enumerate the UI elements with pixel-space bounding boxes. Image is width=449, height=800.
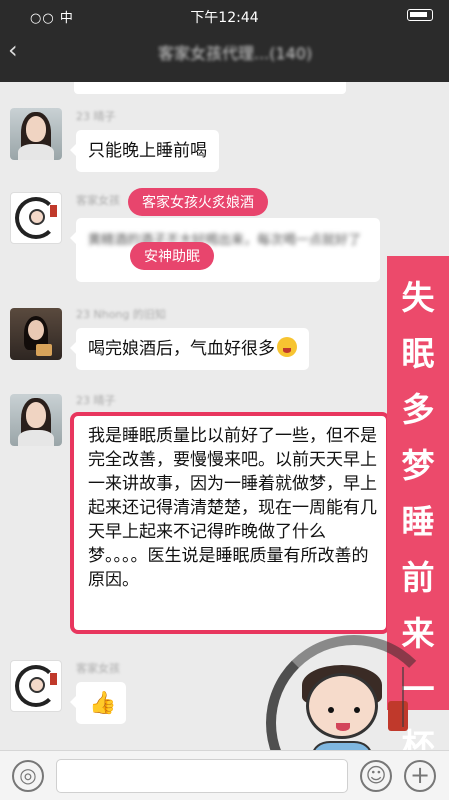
banner-char: 前: [401, 558, 435, 597]
top-bar: ○○ 中 下午12:44 ‹ 客家女孩代理...(140): [0, 0, 449, 82]
message-bubble[interactable]: 喝完娘酒后，气血好很多: [70, 328, 309, 370]
sender-name: 客家女孩: [76, 662, 120, 675]
banner-char: 多: [401, 390, 435, 429]
chat-title-bar: ‹ 客家女孩代理...(140): [0, 30, 449, 72]
clock: 下午12:44: [190, 10, 259, 26]
chat-area[interactable]: 23 晴子 只能晚上睡前喝 客家女孩 黄精酒的酒子不大好喝出来，每次喝一点就好了…: [0, 82, 449, 800]
emoji-picker-icon[interactable]: ☺: [360, 760, 392, 792]
message-text: 我是睡眠质量比以前好了一些，但不是完全改善，要慢慢来吧。以前天天早上一来讲故事，…: [88, 426, 377, 590]
status-bar: ○○ 中 下午12:44: [0, 4, 449, 26]
add-attachment-icon[interactable]: +: [404, 760, 436, 792]
message-bubble[interactable]: 黄精酒的酒子不大好喝出来，每次喝一点就好了: [70, 218, 380, 282]
promo-tag: 客家女孩火炙娘酒: [128, 188, 268, 216]
promo-tag: 安神助眠: [130, 242, 214, 270]
battery-icon: [407, 9, 433, 21]
sender-name: 23 Nhong 的旧知: [76, 308, 166, 321]
banner-char: 梦: [401, 446, 435, 485]
avatar[interactable]: [10, 308, 62, 360]
message-bubble[interactable]: 只能晚上睡前喝: [70, 130, 219, 172]
message-input[interactable]: [56, 759, 348, 793]
grinning-emoji-icon: [277, 337, 297, 357]
blurred-message-text: 黄精酒的酒子不大好喝出来，每次喝一点就好了: [88, 233, 362, 248]
message-text: 喝完娘酒后，气血好很多: [88, 339, 275, 359]
message-bubble[interactable]: 👍: [70, 682, 126, 724]
input-bar: ◎ ☺ +: [0, 750, 449, 800]
sender-name: 23 晴子: [76, 394, 116, 407]
chat-title: 客家女孩代理...(140): [158, 44, 313, 63]
thumbs-up-icon: 👍: [89, 691, 117, 716]
sender-name: 客家女孩: [76, 194, 120, 207]
banner-char: 失: [401, 278, 435, 317]
avatar[interactable]: [10, 394, 62, 446]
highlighted-message-bubble[interactable]: 我是睡眠质量比以前好了一些，但不是完全改善，要慢慢来吧。以前天天早上一来讲故事，…: [70, 412, 390, 634]
banner-char: 睡: [401, 502, 435, 541]
avatar[interactable]: [10, 660, 62, 712]
back-icon[interactable]: ‹: [8, 36, 18, 64]
banner-char: 眠: [401, 334, 435, 373]
voice-input-icon[interactable]: ◎: [12, 760, 44, 792]
sender-name: 23 晴子: [76, 110, 116, 123]
avatar[interactable]: [10, 108, 62, 160]
avatar[interactable]: [10, 192, 62, 244]
previous-message-bubble: [74, 82, 346, 94]
